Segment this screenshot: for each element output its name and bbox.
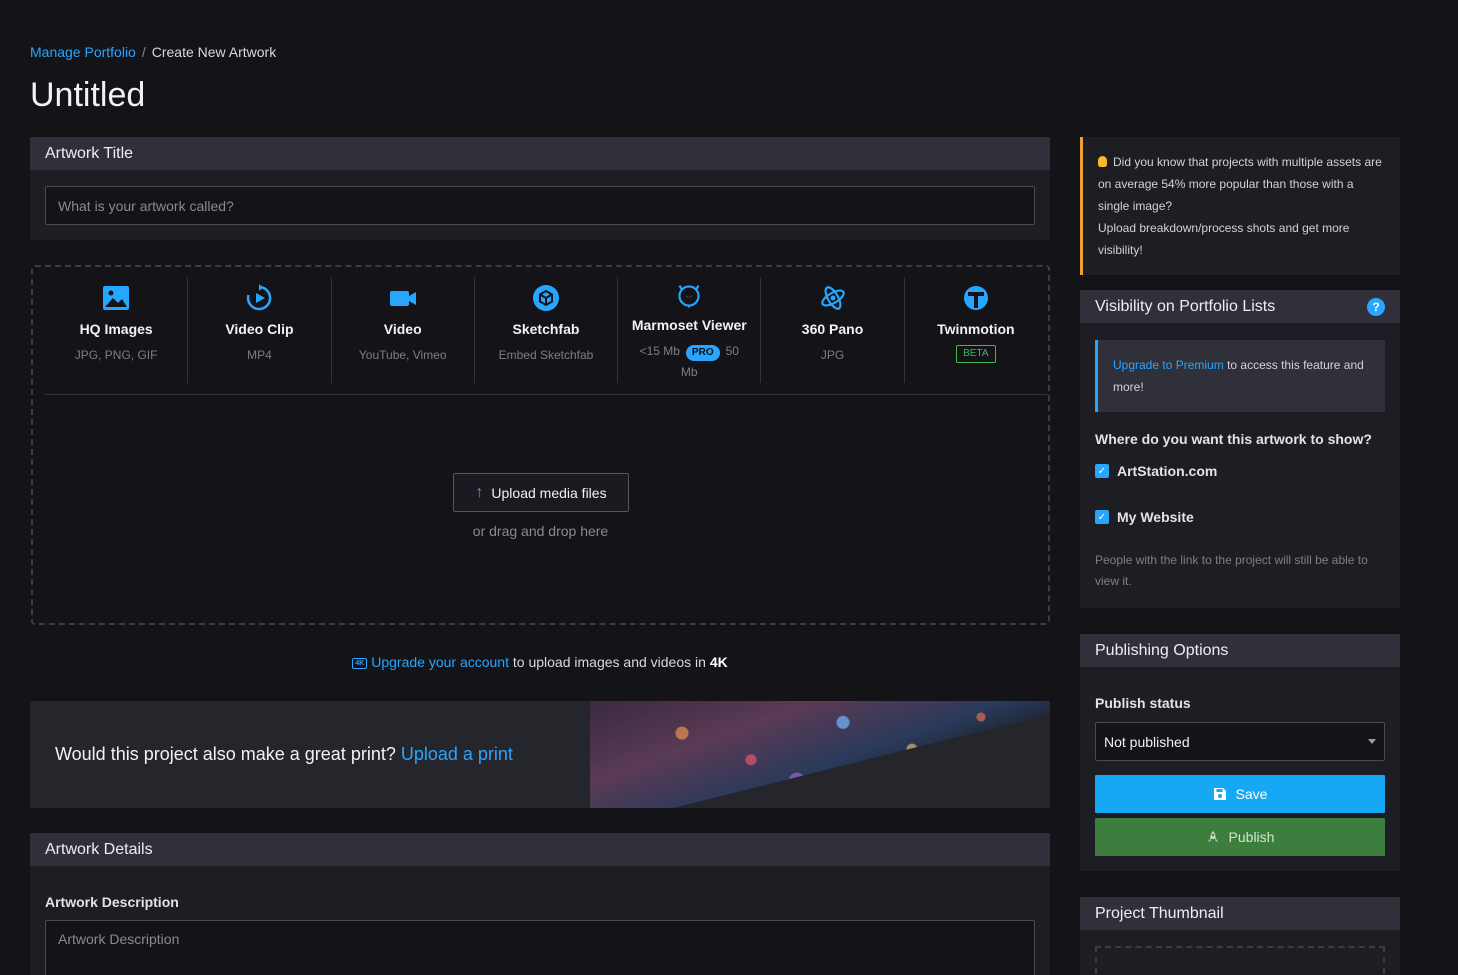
print-banner-text: Would this project also make a great pri… [55,744,513,765]
upgrade-4k-bold: 4K [709,654,728,670]
upgrade-4k-notice: 4K Upgrade your account to upload images … [0,654,1080,670]
publish-status-value: Not published [1104,733,1190,750]
marmoset-icon [678,285,700,309]
publishing-panel: Publishing Options Publish status Not pu… [1080,634,1400,871]
visibility-note: People with the link to the project will… [1095,553,1368,588]
visibility-panel: Visibility on Portfolio Lists ? Upgrade … [1080,290,1400,608]
4k-icon: 4K [352,658,368,669]
media-type-hq-images[interactable]: HQ Images JPG, PNG, GIF [45,277,189,383]
premium-upsell: Upgrade to Premium to access this featur… [1095,340,1385,412]
breadcrumb-manage-portfolio[interactable]: Manage Portfolio [30,44,136,60]
media-type-name: 360 Pano [801,321,864,337]
upgrade-premium-link[interactable]: Upgrade to Premium [1113,358,1224,372]
breadcrumb-separator: / [141,44,146,60]
artwork-title-heading: Artwork Title [30,137,1050,170]
media-type-formats: Embed Sketchfab [498,348,594,362]
media-type-name: Video Clip [225,321,294,337]
lightbulb-icon [1098,156,1107,167]
visibility-heading: Visibility on Portfolio Lists ? [1080,290,1400,323]
publish-status-label: Publish status [1095,695,1191,711]
upload-media-button[interactable]: ↑ Upload media files [453,473,629,512]
checkbox-artstation[interactable]: ✓ ArtStation.com [1095,463,1217,479]
media-type-formats: JPG [820,348,845,362]
media-type-formats: MP4 [247,348,272,362]
print-banner: Would this project also make a great pri… [30,701,1050,808]
media-upload-dropzone[interactable]: HQ Images JPG, PNG, GIF Video Clip MP4 V… [31,265,1050,625]
project-thumbnail-panel: Project Thumbnail [1080,897,1400,975]
rocket-icon [1207,831,1218,842]
media-type-formats: JPG, PNG, GIF [74,348,158,362]
media-type-marmoset[interactable]: Marmoset Viewer <15 Mb PRO 50 Mb [618,277,762,383]
media-type-formats: YouTube, Vimeo [358,348,447,362]
print-question: Would this project also make a great pri… [55,744,396,764]
artwork-title-panel: Artwork Title [30,137,1050,240]
save-button[interactable]: Save [1095,775,1385,813]
video-clip-icon [247,284,272,311]
size-limit-unit: Mb [680,365,698,379]
upload-print-link[interactable]: Upload a print [401,744,513,764]
media-type-name: HQ Images [79,321,153,337]
artwork-description-input[interactable] [45,920,1035,975]
breadcrumb: Manage Portfolio / Create New Artwork [30,44,276,60]
image-icon [103,286,130,310]
video-camera-icon [389,291,416,306]
checkbox-label: My Website [1117,509,1194,525]
media-type-list: HQ Images JPG, PNG, GIF Video Clip MP4 V… [45,277,1047,395]
visibility-title: Visibility on Portfolio Lists [1095,297,1276,315]
upgrade-4k-text: to upload images and videos in [512,654,706,670]
thumbnail-dropzone[interactable] [1095,946,1385,975]
artwork-description-label: Artwork Description [45,894,179,910]
artwork-title-input[interactable] [45,186,1035,225]
checkmark-icon[interactable]: ✓ [1095,464,1109,478]
media-type-sketchfab[interactable]: Sketchfab Embed Sketchfab [475,277,619,383]
breadcrumb-current: Create New Artwork [151,44,277,60]
media-type-name: Twinmotion [937,321,1015,337]
pro-badge: PRO [685,345,720,361]
size-limit-free: <15 Mb [639,344,680,358]
chevron-down-icon [1368,739,1376,744]
artwork-details-panel: Artwork Details Artwork Description [30,833,1050,975]
media-type-name: Marmoset Viewer [631,317,747,333]
artwork-details-heading: Artwork Details [30,833,1050,866]
twinmotion-icon [963,286,988,310]
upgrade-account-link[interactable]: Upgrade your account [371,654,509,670]
publish-status-select[interactable]: Not published [1095,722,1385,761]
tip-box: Did you know that projects with multiple… [1080,137,1400,275]
visibility-question: Where do you want this artwork to show? [1095,431,1372,447]
media-type-video-clip[interactable]: Video Clip MP4 [188,277,332,383]
print-preview-image [590,701,1050,808]
checkmark-icon[interactable]: ✓ [1095,510,1109,524]
pano-icon [820,286,845,310]
drag-drop-hint: or drag and drop here [472,523,609,539]
project-thumbnail-heading: Project Thumbnail [1080,897,1400,930]
save-label: Save [1235,786,1268,802]
sketchfab-icon [532,285,559,311]
publish-button[interactable]: Publish [1095,818,1385,856]
upload-media-label: Upload media files [491,484,607,501]
publishing-heading: Publishing Options [1080,634,1400,667]
checkbox-my-website[interactable]: ✓ My Website [1095,509,1194,525]
tip-text: Did you know that projects with multiple… [1098,155,1382,213]
tip-text-2: Upload breakdown/process shots and get m… [1098,221,1350,257]
help-icon[interactable]: ? [1367,297,1385,316]
media-type-video[interactable]: Video YouTube, Vimeo [332,277,475,383]
arrow-up-icon: ↑ [475,483,484,501]
publish-label: Publish [1228,829,1275,845]
media-type-name: Video [383,321,422,337]
media-type-360-pano[interactable]: 360 Pano JPG [761,277,905,383]
media-type-formats: <15 Mb PRO 50 Mb [640,341,739,383]
media-type-name: Sketchfab [512,321,580,337]
page-title: Untitled [30,76,146,114]
save-icon [1213,788,1226,800]
media-type-twinmotion[interactable]: Twinmotion BETA [905,277,1047,383]
beta-badge: BETA [956,345,996,363]
checkbox-label: ArtStation.com [1117,463,1218,479]
size-limit-pro: 50 [725,344,739,358]
